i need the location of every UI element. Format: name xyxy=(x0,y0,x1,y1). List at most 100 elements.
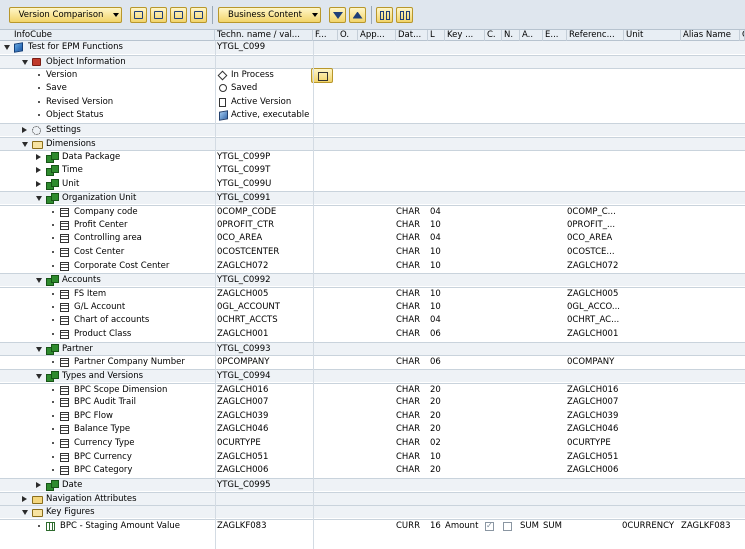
tree-row[interactable]: Product Class ZAGLCH001 CHAR 06 ZAGLCH001 xyxy=(0,328,745,341)
hierarchy-button[interactable] xyxy=(150,7,167,23)
characteristic-icon xyxy=(60,207,69,217)
length: 04 xyxy=(430,315,441,326)
technical-name: YTGL_C0991 xyxy=(217,193,271,204)
tree-row[interactable]: Partner YTGL_C0993 xyxy=(0,341,745,355)
tree-row[interactable]: Time YTGL_C099T xyxy=(0,164,745,177)
expanded-node-icon[interactable] xyxy=(22,510,28,516)
characteristic-icon xyxy=(60,220,69,230)
tree-node-label: Version xyxy=(46,70,78,81)
tree-row[interactable]: Test for EPM Functions YTGL_C099 xyxy=(0,41,745,54)
collapsed-node-icon[interactable] xyxy=(36,180,41,187)
collapsed-node-icon[interactable] xyxy=(22,126,27,133)
expand-all-button[interactable] xyxy=(349,7,366,23)
expanded-node-icon[interactable] xyxy=(36,196,42,202)
tree-node-label: Profit Center xyxy=(74,219,128,230)
tree-row[interactable]: FS Item ZAGLCH005 CHAR 10 ZAGLCH005 xyxy=(0,286,745,300)
data-type: CHAR xyxy=(396,465,421,476)
tree-row[interactable]: Profit Center 0PROFIT_CTR CHAR 10 0PROFIT_..… xyxy=(0,219,745,232)
tree-row[interactable]: Save Saved xyxy=(0,82,745,95)
column-header-3[interactable]: O. xyxy=(338,30,358,41)
tree-row[interactable]: Accounts YTGL_C0992 xyxy=(0,273,745,287)
folder-icon xyxy=(32,495,43,504)
tree-row[interactable]: Company code 0COMP_CODE CHAR 04 0COMP_C... xyxy=(0,204,745,218)
tree-row[interactable]: BPC Flow ZAGLCH039 CHAR 20 ZAGLCH039 xyxy=(0,410,745,423)
technical-name: 0PCOMPANY xyxy=(217,357,270,368)
tree-row[interactable]: Cost Center 0COSTCENTER CHAR 10 0COSTCE... xyxy=(0,246,745,259)
column-header-9[interactable]: N. xyxy=(502,30,520,41)
column-header-14[interactable]: Alias Name xyxy=(681,30,740,41)
expanded-node-icon[interactable] xyxy=(36,373,42,379)
key-figure-icon xyxy=(46,522,55,532)
tree-row[interactable]: BPC - Staging Amount Value ZAGLKF083 CURR 1… xyxy=(0,519,745,532)
tree-row[interactable]: Object Information xyxy=(0,54,745,68)
collapsed-node-icon[interactable] xyxy=(36,482,41,489)
leaf-bullet-icon xyxy=(52,401,54,404)
length: 06 xyxy=(430,357,441,368)
column-header-13[interactable]: Unit xyxy=(624,30,681,41)
expanded-node-icon[interactable] xyxy=(36,346,42,352)
tree-row[interactable]: Corporate Cost Center ZAGLCH072 CHAR 10 ZAGL… xyxy=(0,260,745,273)
tree-row[interactable]: BPC Currency ZAGLCH051 CHAR 10 ZAGLCH051 xyxy=(0,451,745,464)
tree-row[interactable]: Revised Version Active Version xyxy=(0,96,745,109)
find-next-button[interactable] xyxy=(396,7,413,23)
tree-row[interactable]: Currency Type 0CURTYPE CHAR 02 0CURTYPE xyxy=(0,437,745,450)
tree-row[interactable]: BPC Category ZAGLCH006 CHAR 20 ZAGLCH006 xyxy=(0,464,745,477)
tree-row[interactable]: Key Figures xyxy=(0,505,745,519)
tree-row[interactable]: Dimensions xyxy=(0,136,745,150)
leaf-bullet-icon xyxy=(52,428,54,431)
tree-row[interactable]: Version In Process xyxy=(0,68,745,84)
tree-row[interactable]: Unit YTGL_C099U xyxy=(0,178,745,191)
collapse-all-button[interactable] xyxy=(329,7,346,23)
tree-row[interactable]: Partner Company Number 0PCOMPANY CHAR 06 0CO… xyxy=(0,355,745,368)
folder-open-icon xyxy=(32,509,43,518)
settings-icon xyxy=(32,125,41,135)
column-header-15[interactable]: C xyxy=(740,30,745,41)
find-button[interactable] xyxy=(376,7,393,23)
tree-row[interactable]: Controlling area 0CO_AREA CHAR 04 0CO_AREA xyxy=(0,232,745,245)
tree-row[interactable]: Date YTGL_C0995 xyxy=(0,478,745,492)
technical-name: ZAGLCH072 xyxy=(217,260,269,271)
tree-row[interactable]: BPC Scope Dimension ZAGLCH016 CHAR 20 ZAGLCH… xyxy=(0,382,745,396)
tree-row[interactable]: G/L Account 0GL_ACCOUNT CHAR 10 0GL_ACCO... xyxy=(0,301,745,314)
column-header-10[interactable]: A.. xyxy=(520,30,543,41)
column-header-12[interactable]: Referenc... xyxy=(567,30,624,41)
collapsed-node-icon[interactable] xyxy=(22,495,27,502)
technical-name: Active Version xyxy=(231,96,292,107)
tree-row[interactable]: BPC Audit Trail ZAGLCH007 CHAR 20 ZAGLCH007 xyxy=(0,396,745,409)
transport-button[interactable] xyxy=(170,7,187,23)
leaf-bullet-icon xyxy=(52,292,54,295)
technical-name: YTGL_C0994 xyxy=(217,370,271,381)
tree-row[interactable]: Types and Versions YTGL_C0994 xyxy=(0,368,745,382)
version-comparison-dropdown[interactable]: Version Comparison xyxy=(9,7,122,23)
export-button[interactable] xyxy=(190,7,207,23)
expanded-node-icon[interactable] xyxy=(4,45,10,50)
expanded-node-icon[interactable] xyxy=(22,59,28,65)
refresh-button[interactable] xyxy=(130,7,147,23)
non-cumulative-checkbox[interactable] xyxy=(503,522,512,532)
collapsed-node-icon[interactable] xyxy=(36,166,41,173)
column-header-11[interactable]: E... xyxy=(543,30,567,41)
tree-row[interactable]: Object Status Active, executable xyxy=(0,109,745,122)
tree-row[interactable]: Chart of accounts 0CHRT_ACCTS CHAR 04 0CHRT_… xyxy=(0,314,745,327)
column-header-2[interactable]: F... xyxy=(313,30,338,41)
expanded-node-icon[interactable] xyxy=(22,141,28,147)
tree-row[interactable]: Organization Unit YTGL_C0991 xyxy=(0,191,745,205)
tree-row[interactable]: Navigation Attributes xyxy=(0,491,745,505)
collapsed-node-icon[interactable] xyxy=(36,154,41,161)
tree-row[interactable]: Data Package YTGL_C099P xyxy=(0,150,745,164)
column-header-8[interactable]: C. xyxy=(485,30,502,41)
column-header-6[interactable]: L xyxy=(428,30,445,41)
tree-row[interactable]: Balance Type ZAGLCH046 CHAR 20 ZAGLCH046 xyxy=(0,423,745,436)
length: 04 xyxy=(430,206,441,217)
column-header-5[interactable]: Dat... xyxy=(396,30,428,41)
column-header-1[interactable]: Techn. name / val... xyxy=(215,30,313,41)
column-header-4[interactable]: App... xyxy=(358,30,396,41)
tree-node-label: Unit xyxy=(62,178,80,189)
column-header-0[interactable]: InfoCube xyxy=(12,30,215,41)
cumulative-checkbox[interactable] xyxy=(485,521,494,532)
column-header-7[interactable]: Key ... xyxy=(445,30,485,41)
data-type: CHAR xyxy=(396,328,421,339)
tree-row[interactable]: Settings xyxy=(0,122,745,136)
expanded-node-icon[interactable] xyxy=(36,278,42,284)
business-content-dropdown[interactable]: Business Content xyxy=(218,7,321,23)
